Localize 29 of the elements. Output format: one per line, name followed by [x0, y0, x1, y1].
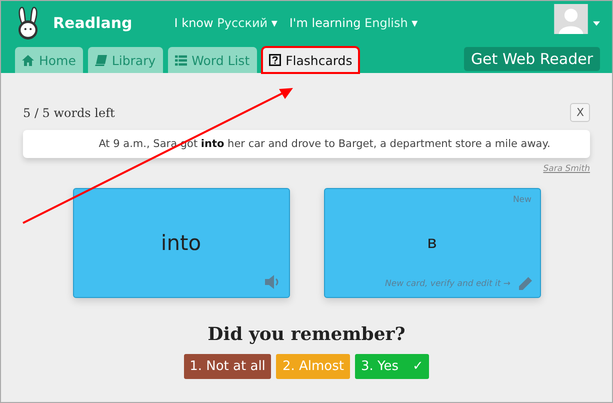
question-icon	[268, 54, 281, 66]
speaker-icon[interactable]	[264, 275, 280, 289]
back-flashcard[interactable]: New в New card, verify and edit it →	[324, 188, 540, 298]
tab[interactable]: Word List	[168, 47, 257, 73]
known-language-dropdown[interactable]: I know Русский ▾	[174, 16, 278, 30]
home-icon	[22, 54, 34, 66]
answer-button[interactable]: 2. Almost	[276, 354, 350, 379]
words-left-counter: 5 / 5 words left	[23, 106, 115, 120]
tab[interactable]: Home	[15, 47, 83, 73]
learning-language-dropdown[interactable]: I'm learning English ▾	[289, 16, 418, 30]
card-word: into	[160, 231, 202, 255]
question-heading: Did you remember?	[206, 324, 406, 345]
app-name[interactable]: Readlang	[53, 14, 132, 32]
edit-card-link[interactable]: New card, verify and edit it →	[385, 278, 510, 288]
card-translation: в	[426, 233, 438, 253]
get-web-reader-button[interactable]: Get Web Reader	[464, 47, 600, 71]
pencil-icon[interactable]	[518, 277, 532, 290]
list-icon	[174, 54, 187, 66]
avatar-icon[interactable]	[554, 4, 588, 34]
book-icon	[94, 54, 107, 66]
source-link[interactable]: Sara Smith	[543, 164, 590, 174]
front-flashcard[interactable]: into	[72, 188, 290, 298]
close-button[interactable]: X	[570, 103, 590, 122]
answer-button[interactable]: 3. Yes ✓	[354, 354, 430, 379]
caret-icon[interactable]	[593, 20, 600, 26]
tab[interactable]: Flashcards	[262, 47, 360, 73]
new-label: New	[512, 195, 532, 205]
answer-button[interactable]: 1. Not at all	[184, 354, 272, 379]
tab[interactable]: Library	[88, 47, 163, 73]
